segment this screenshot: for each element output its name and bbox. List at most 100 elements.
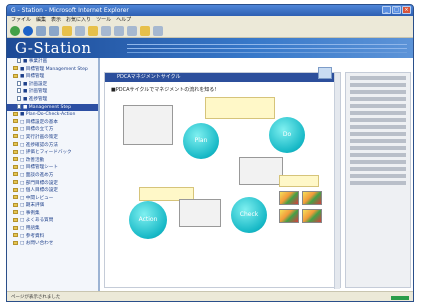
folder-icon (13, 66, 18, 71)
menu-favorites[interactable]: お気に入り (66, 16, 91, 24)
panel-header: PDCAマネジメントサイクル (105, 67, 340, 82)
vertical-scrollbar[interactable] (334, 73, 340, 289)
sidebar-item[interactable]: □ よくある質問 (7, 217, 98, 225)
menu-bar: ファイル 編集 表示 お気に入り ツール ヘルプ (7, 16, 413, 24)
folder-icon (13, 73, 18, 78)
site-logo: G-Station (15, 39, 92, 57)
chart-thumbnail (302, 191, 322, 205)
sidebar-item-label: ■ 進捗管理 (23, 96, 48, 102)
sidebar-item[interactable]: □ 部門目標の設定 (7, 180, 98, 188)
refresh-icon[interactable] (49, 25, 59, 36)
edit-icon[interactable] (140, 25, 150, 36)
sidebar-item[interactable]: ■ Management Step (7, 103, 98, 112)
sidebar-item-label: ■ Plan-Do-Check-Action (20, 112, 76, 118)
sidebar-item[interactable]: □ 事例集 (7, 210, 98, 218)
sidebar-item[interactable]: □ 目標設定の基本 (7, 119, 98, 127)
document-icon (17, 88, 21, 94)
sidebar-item-label: □ 部門目標の設定 (20, 180, 58, 186)
menu-edit[interactable]: 編集 (36, 16, 46, 24)
chart-thumbnail (302, 209, 322, 223)
stop-icon[interactable] (36, 25, 46, 36)
sidebar-item[interactable]: □ 面談の進め方 (7, 172, 98, 180)
sidebar-item[interactable]: ■ 計画設定 (7, 80, 98, 89)
sidebar-item-label: □ 評価とフィードバック (20, 150, 72, 156)
folder-icon (13, 142, 18, 147)
pdca-diagram: Plan Do Action Check (119, 97, 329, 257)
do-node[interactable]: Do (269, 117, 305, 153)
document-icon (17, 58, 21, 63)
note-box (279, 175, 319, 187)
panel-subtitle: ■PDCAサイクルでマネジメントの流れを知る! (111, 87, 217, 93)
meeting-illustration (239, 157, 283, 185)
menu-tools[interactable]: ツール (96, 16, 111, 24)
sidebar-item[interactable]: □ 目標管理シート (7, 164, 98, 172)
folder-icon (13, 111, 18, 116)
sidebar-item-label: □ お問い合わせ (20, 241, 54, 247)
menu-view[interactable]: 表示 (51, 16, 61, 24)
sidebar-item[interactable]: □ 進捗確認の方法 (7, 142, 98, 150)
sidebar-item[interactable]: ■ 事業計画 (7, 58, 98, 66)
toolbar (7, 24, 413, 38)
sidebar-item-label: ■ 目標管理 (20, 74, 45, 80)
sidebar-item-label: □ 中間レビュー (20, 195, 54, 201)
mail-icon[interactable] (114, 25, 124, 36)
search-icon[interactable] (75, 25, 85, 36)
sidebar-item[interactable]: □ 実行計画の策定 (7, 134, 98, 142)
check-node[interactable]: Check (231, 197, 267, 233)
sidebar-item[interactable]: □ 参考資料 (7, 233, 98, 241)
action-node[interactable]: Action (129, 201, 167, 239)
plan-node[interactable]: Plan (183, 123, 219, 159)
back-icon[interactable] (10, 25, 20, 36)
minimize-button[interactable]: _ (382, 6, 391, 14)
folder-icon (13, 233, 18, 238)
page-content: ■ 事業計画 ■ 目標管理 Management Step ■ 目標管理 ■ 計画設定… (7, 58, 413, 291)
title-bar: G - Station - Microsoft Internet Explore… (7, 5, 413, 16)
sidebar-item[interactable]: □ 評価とフィードバック (7, 149, 98, 157)
check-label: Check (239, 211, 259, 218)
sidebar-item[interactable]: □ 用語集 (7, 225, 98, 233)
main-panel: PDCAマネジメントサイクル ■PDCAサイクルでマネジメントの流れを知る! P… (104, 67, 341, 289)
folder-icon (13, 157, 18, 162)
folder-icon (13, 187, 18, 192)
discuss-icon[interactable] (153, 25, 163, 36)
folder-icon (13, 134, 18, 139)
history-icon[interactable] (101, 25, 111, 36)
sidebar-item[interactable]: ■ 計画管理 (7, 88, 98, 96)
sidebar-item-label: □ 進捗確認の方法 (20, 142, 58, 148)
sidebar-item[interactable]: □ 中間レビュー (7, 195, 98, 203)
sidebar-item-label: □ 事例集 (20, 210, 40, 216)
sidebar-item[interactable]: ■ 目標管理 Management Step (7, 66, 98, 74)
chart-thumbnail (279, 191, 299, 205)
sidebar-item-label: □ 改善活動 (20, 157, 45, 163)
sidebar-item-label: □ 用語集 (20, 226, 40, 232)
chart-thumbnail (279, 209, 299, 223)
folder-icon (13, 240, 18, 245)
window-controls: _ □ × (382, 6, 411, 14)
sidebar-item[interactable]: □ 目標の立て方 (7, 126, 98, 134)
document-icon (17, 103, 21, 109)
sidebar-item[interactable]: □ お問い合わせ (7, 240, 98, 248)
screenshot-frame: G - Station - Microsoft Internet Explore… (0, 0, 421, 307)
action-label: Action (138, 216, 158, 223)
sidebar-item[interactable]: □ 期末評価 (7, 202, 98, 210)
sidebar-item-label: ■ 計画設定 (23, 81, 48, 87)
note-box (205, 97, 275, 119)
sidebar-item[interactable]: □ 改善活動 (7, 157, 98, 165)
print-icon[interactable] (127, 25, 137, 36)
maximize-button[interactable]: □ (392, 6, 401, 14)
forward-icon[interactable] (23, 25, 33, 36)
folder-icon (13, 126, 18, 131)
menu-file[interactable]: ファイル (11, 16, 31, 24)
sidebar-item[interactable]: ■ 目標管理 (7, 73, 98, 81)
sidebar-item-label: □ 個人目標の設定 (20, 188, 58, 194)
folder-icon (13, 119, 18, 124)
sidebar-item[interactable]: ■ 進捗管理 (7, 95, 98, 104)
sidebar-item[interactable]: □ 個人目標の設定 (7, 187, 98, 195)
sidebar-item[interactable]: ■ Plan-Do-Check-Action (7, 111, 98, 119)
menu-help[interactable]: ヘルプ (116, 16, 131, 24)
home-icon[interactable] (62, 25, 72, 36)
sidebar-tree: ■ 事業計画 ■ 目標管理 Management Step ■ 目標管理 ■ 計画設定… (7, 58, 100, 291)
folder-icon (13, 149, 18, 154)
close-button[interactable]: × (402, 6, 411, 14)
favorites-icon[interactable] (88, 25, 98, 36)
